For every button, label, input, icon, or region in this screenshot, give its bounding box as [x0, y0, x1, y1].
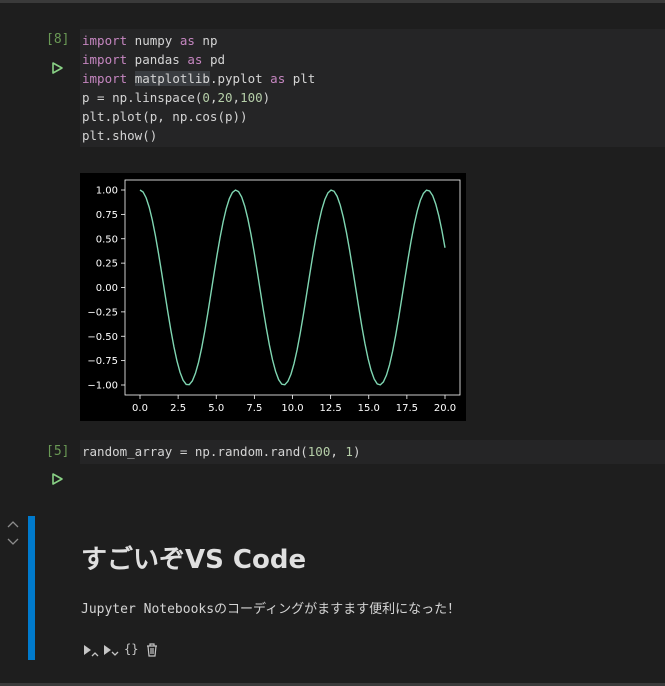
code-line: plt.plot(p, np.cos(p)): [82, 107, 665, 126]
curly-braces-icon[interactable]: {}: [124, 642, 138, 660]
code-token: 0: [202, 90, 210, 105]
execution-count: [8]: [46, 32, 70, 47]
code-token: pd: [202, 52, 226, 67]
code-token: as: [179, 33, 195, 48]
x-tick-label: 2.5: [170, 403, 186, 414]
code-editor[interactable]: random_array = np.random.rand(100, 1): [80, 440, 665, 464]
code-token: plt: [285, 71, 316, 86]
y-tick-label: −1.00: [87, 381, 118, 392]
active-cell-indicator: [28, 516, 35, 660]
markdown-paragraph: Jupyter Notebooksのコーディングがますます便利になった！: [81, 602, 461, 617]
markdown-cell[interactable]: すごいぞVS Code Jupyter Notebooksのコーディングがますま…: [0, 512, 665, 662]
code-token: as: [187, 52, 203, 67]
run-above-icon[interactable]: [82, 641, 100, 659]
run-cell-icon[interactable]: [50, 472, 64, 486]
code-token: 1: [345, 444, 353, 459]
code-token: 20: [217, 90, 233, 105]
code-token: ): [262, 90, 271, 105]
execution-count: [5]: [46, 444, 70, 459]
code-editor[interactable]: import numpy as np import pandas as pd imp…: [80, 29, 665, 147]
x-tick-label: 20.0: [434, 403, 456, 414]
code-line: random_array = np.random.rand(100, 1): [82, 442, 665, 461]
code-token: 100: [240, 90, 263, 105]
y-tick-label: 1.00: [96, 186, 118, 197]
code-token: import: [82, 33, 128, 48]
trash-icon[interactable]: [144, 641, 160, 659]
code-token: import: [82, 71, 128, 86]
x-tick-label: 15.0: [358, 403, 380, 414]
x-tick-label: 0.0: [132, 403, 148, 414]
y-tick-label: −0.25: [87, 307, 118, 318]
code-token: plt.plot(p, np.cos(p)): [82, 109, 248, 124]
y-tick-label: 0.75: [96, 210, 118, 221]
plot-frame: [124, 179, 461, 396]
code-token: import: [82, 52, 128, 67]
x-tick-label: 17.5: [396, 403, 418, 414]
x-tick-label: 12.5: [319, 403, 341, 414]
cosine-line-chart: 0.0 2.5 5.0 7.5 10.0 12.5 15.0 17.5 20.0 1.00 0.75…: [80, 173, 466, 421]
run-below-icon[interactable]: [102, 641, 120, 659]
code-token: .pyplot: [209, 71, 271, 86]
code-token: matplotlib: [134, 71, 210, 86]
code-line: plt.show(): [82, 126, 665, 145]
x-tick-label: 7.5: [246, 403, 262, 414]
code-token: pandas: [127, 52, 188, 67]
code-token: ,: [330, 444, 346, 459]
code-token: ,: [232, 90, 241, 105]
cos-series-line: [139, 189, 446, 386]
code-token: random_array = np.random.rand(: [82, 444, 308, 459]
code-token: 100: [307, 444, 331, 459]
code-line: p = np.linspace(0,20,100): [82, 88, 665, 107]
code-token: as: [270, 71, 286, 86]
y-tick-label: 0.50: [96, 234, 118, 245]
y-tick-label: −0.50: [87, 332, 118, 343]
code-token: p = np.linspace(: [82, 90, 203, 105]
code-token: ): [352, 444, 361, 459]
run-cell-icon[interactable]: [50, 61, 64, 75]
y-tick-label: −0.75: [87, 356, 118, 367]
code-token: np: [194, 33, 218, 48]
code-token: plt.show(): [82, 128, 158, 143]
x-tick-label: 5.0: [208, 403, 224, 414]
top-border: [0, 0, 665, 3]
code-line: import numpy as np: [82, 31, 665, 50]
code-token: numpy: [127, 33, 180, 48]
code-line: import pandas as pd: [82, 50, 665, 69]
code-line: import matplotlib.pyplot as plt: [82, 69, 665, 88]
y-tick-label: 0.00: [96, 283, 118, 294]
markdown-heading: すごいぞVS Code: [81, 545, 307, 575]
x-tick-label: 10.0: [281, 403, 303, 414]
y-tick-label: 0.25: [96, 259, 118, 270]
